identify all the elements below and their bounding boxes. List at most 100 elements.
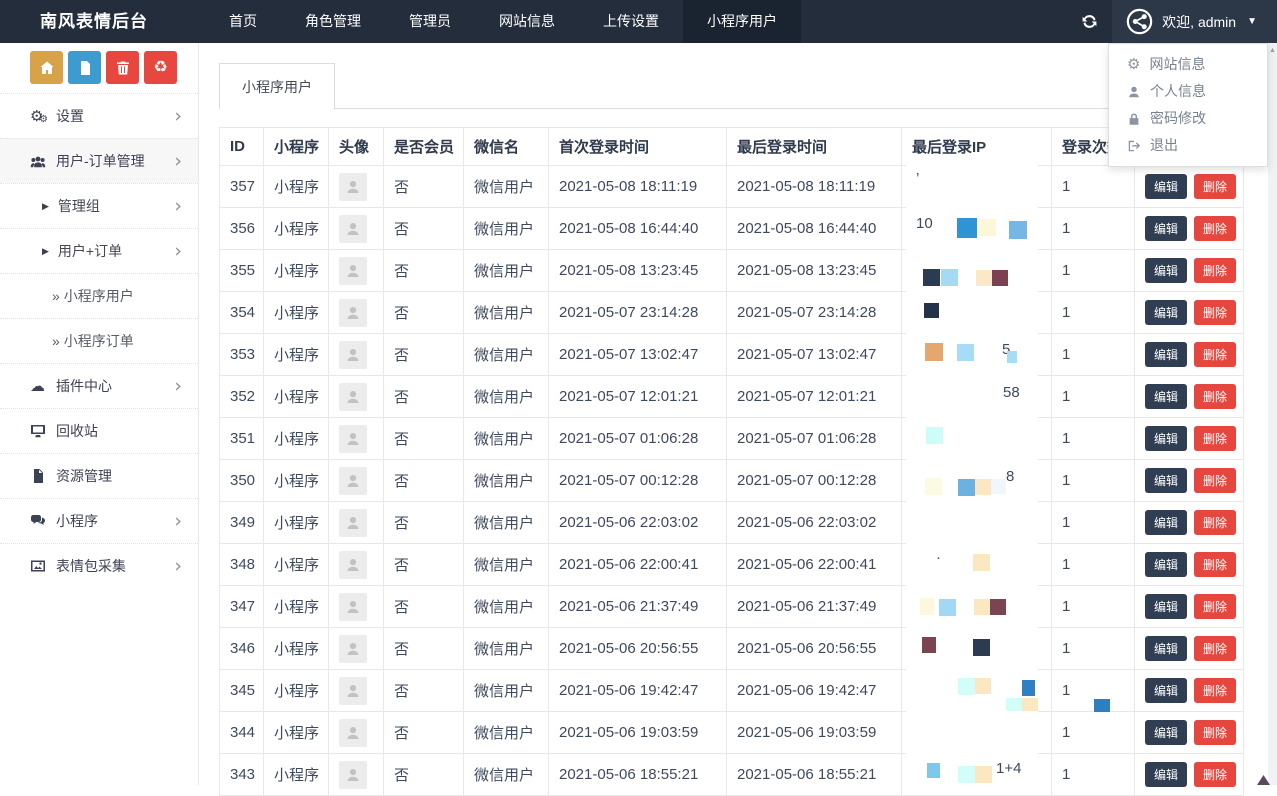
- edit-button[interactable]: 编辑: [1145, 552, 1187, 577]
- tool-button-recycle[interactable]: ♻: [144, 51, 177, 84]
- cell-app: 小程序: [264, 292, 329, 334]
- cell-wechat-name: 微信用户: [464, 670, 549, 712]
- delete-button[interactable]: 删除: [1194, 510, 1236, 535]
- cell-wechat-name: 微信用户: [464, 754, 549, 796]
- delete-button[interactable]: 删除: [1194, 468, 1236, 493]
- cell-app: 小程序: [264, 712, 329, 754]
- edit-button[interactable]: 编辑: [1145, 678, 1187, 703]
- delete-button[interactable]: 删除: [1194, 300, 1236, 325]
- tool-button-file[interactable]: [68, 51, 101, 84]
- avatar-placeholder: [339, 719, 367, 747]
- delete-button[interactable]: 删除: [1194, 636, 1236, 661]
- edit-button[interactable]: 编辑: [1145, 720, 1187, 745]
- admin-menu-toggle[interactable]: 欢迎, admin ▼: [1112, 0, 1277, 43]
- delete-button[interactable]: 删除: [1194, 594, 1236, 619]
- sidebar-menu: ⚙⚙设置›用户-订单管理›▶管理组›▶用户+订单›»小程序用户»小程序订单☁插件…: [0, 93, 198, 588]
- cell-member: 否: [384, 166, 464, 208]
- sidebar-item-用户-订单管理[interactable]: 用户-订单管理›: [0, 138, 198, 183]
- sidebar-item-小程序[interactable]: 小程序›: [0, 498, 198, 543]
- delete-button[interactable]: 删除: [1194, 552, 1236, 577]
- chevron-right-icon: ›: [174, 242, 182, 261]
- column-header-小程序: 小程序: [264, 128, 329, 166]
- nav-item-上传设置[interactable]: 上传设置: [579, 0, 683, 43]
- edit-button[interactable]: 编辑: [1145, 174, 1187, 199]
- cell-id: 357: [220, 166, 264, 208]
- cell-id: 349: [220, 502, 264, 544]
- user-menu-item-密码修改[interactable]: 密码修改: [1109, 105, 1267, 132]
- avatar-placeholder: [339, 551, 367, 579]
- delete-button[interactable]: 删除: [1194, 678, 1236, 703]
- cell-member: 否: [384, 712, 464, 754]
- sidebar-item-管理组[interactable]: ▶管理组›: [0, 183, 198, 228]
- tab-mini-program-users[interactable]: 小程序用户: [219, 63, 335, 110]
- nav-item-小程序用户[interactable]: 小程序用户: [683, 0, 801, 43]
- delete-button[interactable]: 删除: [1194, 174, 1236, 199]
- sidebar-item-插件中心[interactable]: ☁插件中心›: [0, 363, 198, 408]
- table-body: 357 小程序 否 微信用户 2021-05-08 18:11:19 2021-…: [220, 166, 1244, 796]
- delete-button[interactable]: 删除: [1194, 426, 1236, 451]
- sidebar-item-资源管理[interactable]: 资源管理: [0, 453, 198, 498]
- edit-button[interactable]: 编辑: [1145, 468, 1187, 493]
- nav-item-首页[interactable]: 首页: [205, 0, 281, 43]
- edit-button[interactable]: 编辑: [1145, 426, 1187, 451]
- cell-first-login: 2021-05-07 13:02:47: [549, 334, 727, 376]
- delete-button[interactable]: 删除: [1194, 216, 1236, 241]
- cell-login-count: 1: [1052, 712, 1135, 754]
- scrollbar-up-arrow[interactable]: ▲: [1268, 47, 1277, 55]
- tool-button-home[interactable]: [30, 51, 63, 84]
- nav-item-网站信息[interactable]: 网站信息: [475, 0, 579, 43]
- sidebar-item-label: 资源管理: [56, 466, 182, 486]
- delete-button[interactable]: 删除: [1194, 384, 1236, 409]
- edit-button[interactable]: 编辑: [1145, 384, 1187, 409]
- cell-avatar: [329, 418, 384, 460]
- edit-button[interactable]: 编辑: [1145, 300, 1187, 325]
- nav-item-角色管理[interactable]: 角色管理: [281, 0, 385, 43]
- edit-button[interactable]: 编辑: [1145, 636, 1187, 661]
- table-row: 349 小程序 否 微信用户 2021-05-06 22:03:02 2021-…: [220, 502, 1244, 544]
- cell-id: 351: [220, 418, 264, 460]
- edit-button[interactable]: 编辑: [1145, 594, 1187, 619]
- person-icon: [345, 431, 361, 447]
- column-header-首次登录时间: 首次登录时间: [549, 128, 727, 166]
- sidebar-item-设置[interactable]: ⚙⚙设置›: [0, 93, 198, 138]
- delete-button[interactable]: 删除: [1194, 720, 1236, 745]
- sidebar-toolbar: ♻: [0, 43, 198, 93]
- edit-button[interactable]: 编辑: [1145, 258, 1187, 283]
- cell-avatar: [329, 166, 384, 208]
- delete-button[interactable]: 删除: [1194, 342, 1236, 367]
- edit-button[interactable]: 编辑: [1145, 342, 1187, 367]
- chevron-right-icon: ›: [174, 377, 182, 396]
- caret-right-icon: ▶: [42, 246, 49, 257]
- cell-last-ip: [902, 628, 1052, 670]
- cell-actions: 编辑删除: [1135, 544, 1244, 586]
- delete-button[interactable]: 删除: [1194, 258, 1236, 283]
- avatar-placeholder: [339, 509, 367, 537]
- cell-first-login: 2021-05-06 22:00:41: [549, 544, 727, 586]
- edit-button[interactable]: 编辑: [1145, 510, 1187, 535]
- caret-right-icon: ▶: [42, 201, 49, 212]
- avatar-placeholder: [339, 341, 367, 369]
- refresh-button[interactable]: [1066, 0, 1112, 43]
- cell-app: 小程序: [264, 250, 329, 292]
- delete-button[interactable]: 删除: [1194, 762, 1236, 787]
- sidebar-item-用户+订单[interactable]: ▶用户+订单›: [0, 228, 198, 273]
- sidebar-item-表情包采集[interactable]: 表情包采集›: [0, 543, 198, 588]
- table-row: 356 小程序 否 微信用户 2021-05-08 16:44:40 2021-…: [220, 208, 1244, 250]
- sidebar-item-回收站[interactable]: 回收站: [0, 408, 198, 453]
- tool-button-trash[interactable]: [106, 51, 139, 84]
- cell-first-login: 2021-05-06 18:55:21: [549, 754, 727, 796]
- user-menu-item-退出[interactable]: 退出: [1109, 132, 1267, 159]
- edit-button[interactable]: 编辑: [1145, 216, 1187, 241]
- avatar-placeholder: [339, 383, 367, 411]
- brand-title[interactable]: 南风表情后台: [0, 0, 205, 43]
- scrollbar-track[interactable]: ▲: [1268, 43, 1277, 785]
- cell-wechat-name: 微信用户: [464, 376, 549, 418]
- edit-button[interactable]: 编辑: [1145, 762, 1187, 787]
- user-menu-item-网站信息[interactable]: ⚙ 网站信息: [1109, 51, 1267, 78]
- nav-item-管理员[interactable]: 管理员: [385, 0, 475, 43]
- sidebar-item-小程序订单[interactable]: »小程序订单: [0, 318, 198, 363]
- sidebar-item-label: 插件中心: [56, 376, 174, 396]
- user-menu-item-个人信息[interactable]: 个人信息: [1109, 78, 1267, 105]
- cell-app: 小程序: [264, 502, 329, 544]
- sidebar-item-小程序用户[interactable]: »小程序用户: [0, 273, 198, 318]
